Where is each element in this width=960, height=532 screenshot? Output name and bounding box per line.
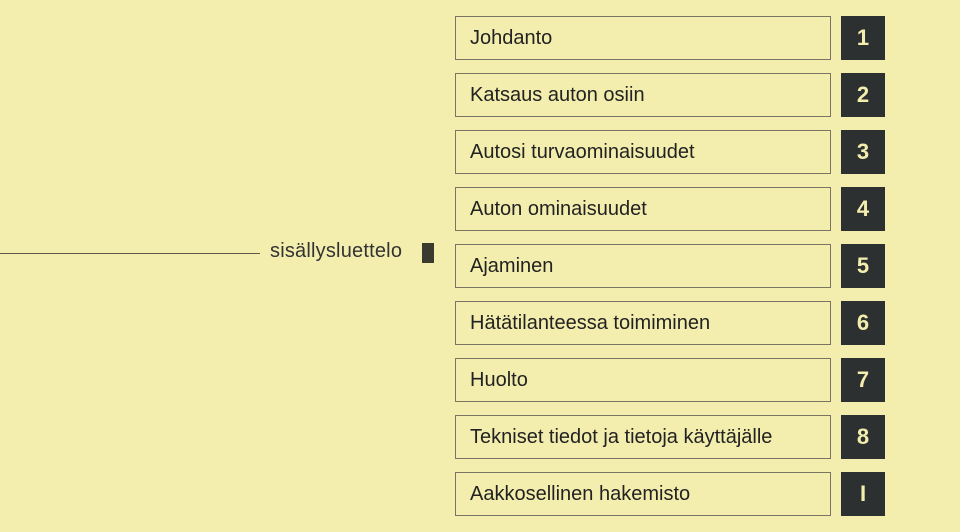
toc-num: I	[841, 472, 885, 516]
toc-row[interactable]: Hätätilanteessa toimiminen 6	[455, 301, 885, 345]
toc-label: Johdanto	[455, 16, 831, 60]
toc-row[interactable]: Tekniset tiedot ja tietoja käyttäjälle 8	[455, 415, 885, 459]
toc-num: 5	[841, 244, 885, 288]
toc-label: Katsaus auton osiin	[455, 73, 831, 117]
toc-label: Autosi turvaominaisuudet	[455, 130, 831, 174]
toc-row[interactable]: Aakkosellinen hakemisto I	[455, 472, 885, 516]
toc-num: 8	[841, 415, 885, 459]
toc-num: 3	[841, 130, 885, 174]
toc-row[interactable]: Johdanto 1	[455, 16, 885, 60]
sidebar-rule	[0, 253, 260, 254]
toc-num: 6	[841, 301, 885, 345]
toc-row[interactable]: Auton ominaisuudet 4	[455, 187, 885, 231]
toc-label: Aakkosellinen hakemisto	[455, 472, 831, 516]
toc-num: 1	[841, 16, 885, 60]
toc-num: 2	[841, 73, 885, 117]
toc-num: 7	[841, 358, 885, 402]
toc-label: Auton ominaisuudet	[455, 187, 831, 231]
toc-row[interactable]: Huolto 7	[455, 358, 885, 402]
toc-row[interactable]: Autosi turvaominaisuudet 3	[455, 130, 885, 174]
sidebar-label: sisällysluettelo	[270, 240, 402, 263]
toc-label: Hätätilanteessa toimiminen	[455, 301, 831, 345]
toc-label: Huolto	[455, 358, 831, 402]
toc-label: Ajaminen	[455, 244, 831, 288]
toc-row[interactable]: Ajaminen 5	[455, 244, 885, 288]
toc-num: 4	[841, 187, 885, 231]
sidebar-marker	[422, 243, 434, 263]
toc-row[interactable]: Katsaus auton osiin 2	[455, 73, 885, 117]
table-of-contents: Johdanto 1 Katsaus auton osiin 2 Autosi …	[455, 16, 885, 529]
toc-label: Tekniset tiedot ja tietoja käyttäjälle	[455, 415, 831, 459]
